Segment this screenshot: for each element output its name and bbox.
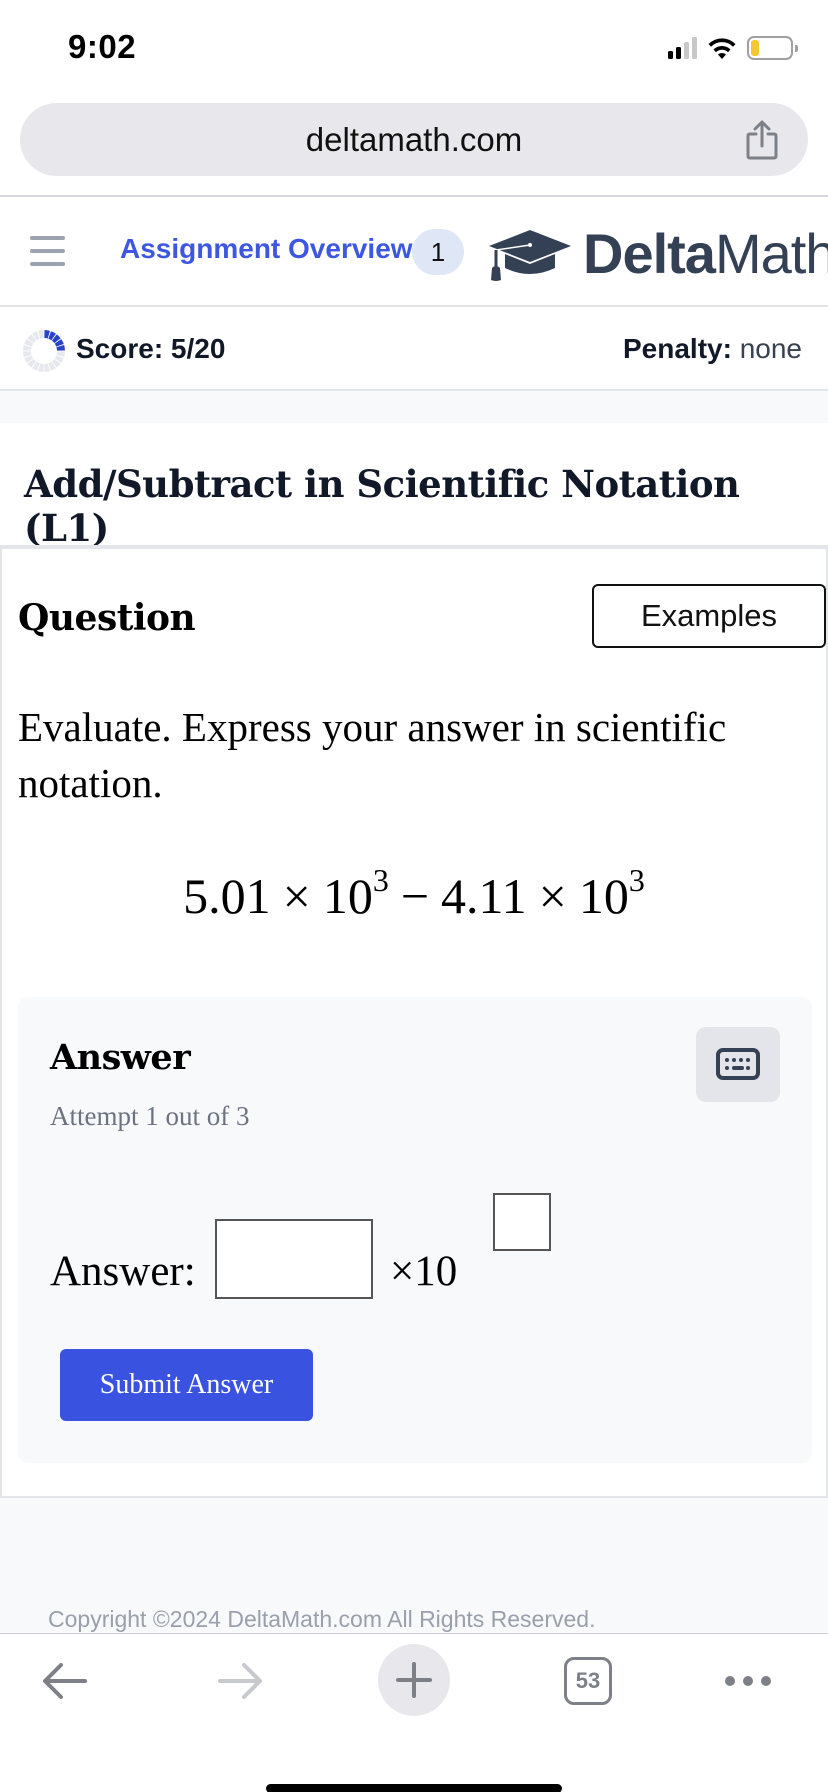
expr-times: × [538,868,567,924]
signal-bar [668,51,673,59]
expr-b-base: 10 [578,868,629,924]
home-indicator [266,1784,562,1792]
expr-a-coefficient: 5.01 [183,868,271,924]
question-number-badge[interactable]: 1 [412,229,464,275]
url-text[interactable]: deltamath.com [20,103,808,176]
status-time: 9:02 [68,28,137,65]
skill-title: Add/Subtract in Scientific Notation (L1) [24,462,740,550]
hamburger-line [30,249,65,253]
times-ten-label: ×10 [390,1248,458,1295]
back-button[interactable] [30,1646,100,1716]
penalty-label: Penalty: [622,333,732,364]
battery-nub [795,45,798,52]
arrow-left-icon [43,1663,87,1699]
answer-heading: Answer [50,1037,191,1078]
signal-bar [692,37,697,59]
status-icons [668,36,798,60]
keyboard-icon [716,1048,760,1080]
deltamath-logo[interactable]: DeltaMath [487,221,828,286]
question-heading: Question [18,597,196,639]
expr-a-base: 10 [322,868,373,924]
hamburger-icon[interactable] [30,236,65,266]
ellipsis-icon [725,1676,771,1686]
battery-level [751,40,759,56]
answer-card: Answer Attempt 1 out of 3 Answer: ×10 Su… [18,997,812,1463]
math-expression: 5.01 × 103−4.11 × 103 [2,864,826,925]
question-panel: Question Examples Evaluate. Express your… [0,545,828,1498]
answer-label: Answer: [50,1248,196,1295]
cellular-signal-icon [668,37,697,59]
examples-button[interactable]: Examples [592,584,826,648]
plus-icon [396,1662,432,1698]
assignment-overview-link[interactable]: Assignment Overview [120,233,413,265]
score-progress-ring [23,330,65,372]
browser-toolbar: 53 [0,1633,828,1792]
expr-times: × [282,868,311,924]
expr-minus: − [400,868,430,924]
new-tab-button[interactable] [378,1644,450,1716]
attempt-counter: Attempt 1 out of 3 [50,1101,250,1131]
logo-delta: Delta [583,222,716,285]
logo-wordmark: DeltaMath [583,221,828,286]
coefficient-input[interactable] [215,1219,373,1299]
score-text: Score: 5/20 [76,333,226,364]
spacer-band [0,391,828,423]
penalty-info: Penalty: none [623,333,802,365]
expr-b-exponent: 3 [628,862,645,898]
hamburger-line [30,236,65,240]
battery-icon [747,36,798,60]
app-header: Assignment Overview 1 DeltaMath [0,197,828,307]
more-button[interactable] [716,1646,780,1716]
exponent-input[interactable] [493,1193,551,1251]
signal-bar [684,42,689,59]
tab-count: 53 [564,1657,612,1705]
submit-answer-button[interactable]: Submit Answer [60,1349,313,1421]
arrow-right-icon [218,1663,262,1699]
signal-bar [676,47,681,59]
penalty-value: none [739,333,802,364]
status-bar: 9:02 [0,0,828,100]
keyboard-toggle-button[interactable] [696,1027,780,1102]
score-bar: Score: 5/20 Penalty: none [0,309,828,391]
graduation-cap-icon [489,229,571,281]
expr-a-exponent: 3 [372,862,389,898]
tabs-button[interactable]: 53 [560,1646,616,1716]
question-prompt: Evaluate. Express your answer in scienti… [18,704,727,806]
copyright-text: Copyright ©2024 DeltaMath.com All Rights… [48,1606,596,1632]
logo-math: Math [714,222,828,285]
wifi-icon [708,38,736,59]
expr-b-coefficient: 4.11 [441,868,527,924]
forward-button[interactable] [205,1646,275,1716]
hamburger-line [30,262,65,266]
share-icon[interactable] [744,120,780,160]
address-bar[interactable]: deltamath.com [20,103,808,176]
